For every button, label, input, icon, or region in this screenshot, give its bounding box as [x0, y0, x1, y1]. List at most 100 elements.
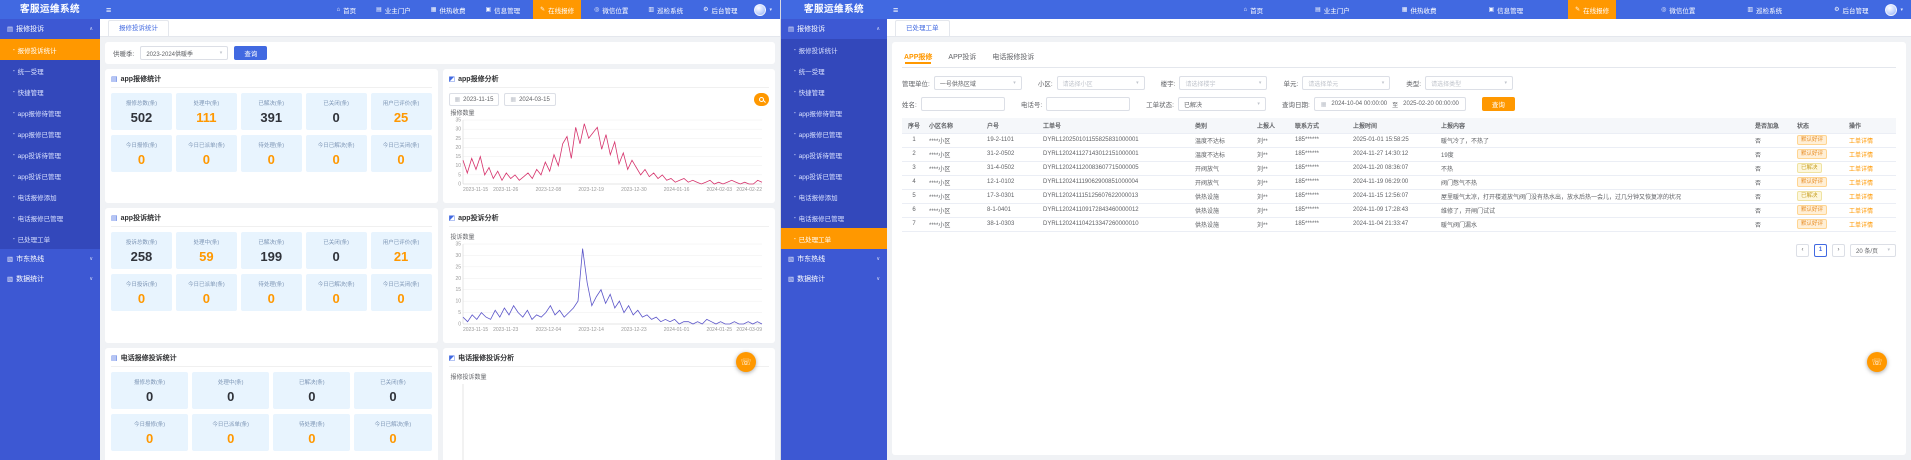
nav-item-2[interactable]: ▤ 业主门户 [369, 0, 418, 19]
svg-text:5: 5 [458, 172, 461, 178]
sidebar-item[interactable]: ▪ app报修已管理 [781, 123, 887, 144]
nav-item-7[interactable]: ▥ 巡检系统 [641, 0, 690, 19]
nav-item-3[interactable]: ▦ 供热收费 [1395, 0, 1444, 19]
order-detail-link[interactable]: 工单详情 [1849, 153, 1873, 159]
subtab-1[interactable]: APP报修 [904, 52, 932, 62]
order-detail-link[interactable]: 工单详情 [1849, 167, 1873, 173]
tab-repair-complaint-stats[interactable]: 报修投诉统计 [108, 20, 169, 36]
stat-cell: 投诉总数(条) 258 [111, 232, 172, 269]
nav-item-5[interactable]: ✎ 在线报修 [533, 0, 582, 19]
sidebar-item[interactable]: ▪ app报修待管理 [0, 102, 100, 123]
season-select[interactable]: 2023-2024供暖季 ▾ [140, 46, 229, 60]
search-button[interactable]: 查询 [234, 46, 268, 60]
clipboard-icon: ▤ [7, 26, 14, 33]
page-size-select[interactable]: 20 条/页 ▾ [1850, 243, 1896, 257]
sidebar-group-repair-complaint[interactable]: ▤ 报修投诉 ∧ [0, 19, 100, 39]
prev-page-button[interactable]: ‹ [1796, 243, 1809, 257]
sidebar-item[interactable]: ▪ app投诉待管理 [0, 144, 100, 165]
sidebar-item[interactable]: ▪ 电话报修已管理 [0, 207, 100, 228]
search-button[interactable]: 查询 [1481, 97, 1515, 111]
table-cell: 2024-11-04 21:33:47 [1350, 217, 1438, 232]
menu-item-icon: ▪ [13, 194, 15, 199]
sidebar-item[interactable]: ▪ 电话报修已管理 [781, 207, 887, 228]
nav-item-6[interactable]: ◎ 微信位置 [587, 0, 635, 19]
menu-item-icon: ▪ [794, 215, 796, 220]
subtab-2[interactable]: APP投诉 [948, 52, 976, 62]
calendar-icon: ▦ [510, 97, 517, 103]
sidebar-item[interactable]: ▪ 电话报修添加 [781, 186, 887, 207]
user-menu[interactable]: ▾ [754, 3, 772, 16]
order-detail-link[interactable]: 工单详情 [1849, 139, 1873, 145]
nav-item-label: 首页 [343, 7, 357, 15]
sidebar-item[interactable]: ▪ 统一受理 [781, 60, 887, 81]
type-select[interactable]: 请选择类型 ▾ [1425, 76, 1514, 90]
phone-input[interactable] [1046, 97, 1131, 111]
sidebar-item[interactable]: ▪ app投诉已管理 [781, 165, 887, 186]
sidebar-item[interactable]: ▪ 已处理工单 [0, 228, 100, 249]
status-badge: 默认好评 [1797, 176, 1828, 188]
nav-item-4[interactable]: ▣ 信息管理 [478, 0, 527, 19]
sidebar-item[interactable]: ▪ 已处理工单 [781, 228, 887, 249]
stat-value: 258 [130, 249, 153, 264]
sidebar-item[interactable]: ▪ 快捷管理 [781, 81, 887, 102]
name-input[interactable] [920, 97, 1005, 111]
sidebar-group[interactable]: ▧ 市东热线 ∨ [0, 249, 100, 269]
status-select[interactable]: 已解决 ▾ [1177, 97, 1266, 111]
table-cell: 19-2-1101 [984, 133, 1040, 148]
sidebar-item[interactable]: ▪ app报修已管理 [0, 123, 100, 144]
date-end-input[interactable]: ▦ 2024-03-15 [504, 93, 556, 106]
nav-item-1[interactable]: ⌂ 首页 [330, 0, 364, 19]
building-select[interactable]: 请选择楼宇 ▾ [1179, 76, 1268, 90]
table-cell: ****小区 [926, 161, 984, 176]
sidebar-item[interactable]: ▪ app投诉已管理 [0, 165, 100, 186]
sidebar-group-repair-complaint[interactable]: ▤ 报修投诉 ∧ [781, 19, 887, 39]
order-detail-link[interactable]: 工单详情 [1849, 181, 1873, 187]
customer-service-fab[interactable]: ☏ [1867, 352, 1887, 372]
nav-item-8[interactable]: ⚙ 后台管理 [1827, 0, 1875, 19]
collapse-sidebar-icon[interactable]: ≡ [106, 5, 111, 15]
unit-number-select[interactable]: 请选择单元 ▾ [1302, 76, 1391, 90]
order-detail-link[interactable]: 工单详情 [1849, 195, 1873, 201]
nav-item-2[interactable]: ▤ 业主门户 [1308, 0, 1357, 19]
user-menu[interactable]: ▾ [1885, 3, 1903, 16]
filter-label: 电话号: [1020, 102, 1043, 109]
action-cell: 工单详情 [1846, 133, 1896, 148]
sidebar-group[interactable]: ▧ 数据统计 ∨ [781, 269, 887, 289]
sidebar-group[interactable]: ▧ 市东热线 ∨ [781, 249, 887, 269]
sidebar-item[interactable]: ▪ 电话报修添加 [0, 186, 100, 207]
sidebar-item[interactable]: ▪ app投诉待管理 [781, 144, 887, 165]
sidebar-group[interactable]: ▧ 数据统计 ∨ [0, 269, 100, 289]
nav-item-1[interactable]: ⌂ 首页 [1237, 0, 1271, 19]
nav-item-6[interactable]: ◎ 微信位置 [1654, 0, 1702, 19]
sidebar-item[interactable]: ▪ 快捷管理 [0, 81, 100, 102]
collapse-sidebar-icon[interactable]: ≡ [893, 5, 898, 15]
nav-item-8[interactable]: ⚙ 后台管理 [696, 0, 744, 19]
table-cell: 185****** [1292, 217, 1350, 232]
community-select[interactable]: 请选择小区 ▾ [1056, 76, 1145, 90]
table-cell: 185****** [1292, 161, 1350, 176]
card-app-repair-analysis: ◩ app报修分析 ▦ 2023-11-15 ▦ 2024-03-15 报修数量… [442, 69, 775, 203]
nav-item-4[interactable]: ▣ 信息管理 [1481, 0, 1530, 19]
nav-item-3[interactable]: ▦ 供热收费 [424, 0, 473, 19]
order-detail-link[interactable]: 工单详情 [1849, 209, 1873, 215]
dashboard-content: 供暖季: 2023-2024供暖季 ▾ 查询 ▤ app报修统计 报修总数(条)… [100, 37, 780, 460]
order-detail-link[interactable]: 工单详情 [1849, 223, 1873, 229]
sidebar-item[interactable]: ▪ app报修待管理 [781, 102, 887, 123]
sidebar-item[interactable]: ▪ 报修投诉统计 [781, 39, 887, 60]
status-badge: 默认好评 [1797, 218, 1828, 230]
nav-item-5[interactable]: ✎ 在线报修 [1568, 0, 1617, 19]
stat-cell: 处理中(条) 0 [192, 372, 270, 409]
current-page-button[interactable]: 1 [1814, 243, 1827, 257]
nav-item-7[interactable]: ▥ 巡检系统 [1740, 0, 1789, 19]
next-page-button[interactable]: › [1832, 243, 1845, 257]
sidebar-item[interactable]: ▪ 统一受理 [0, 60, 100, 81]
unit-select[interactable]: 一号供热区域 ▾ [933, 76, 1022, 90]
stat-cell: 今日已派单(条) 0 [175, 274, 237, 311]
subtab-3[interactable]: 电话报修投诉 [992, 52, 1034, 62]
tab-processed-orders[interactable]: 已处理工单 [895, 20, 950, 36]
date-start-input[interactable]: ▦ 2023-11-15 [448, 93, 500, 106]
chart-search-button[interactable] [754, 93, 769, 106]
daterange-picker[interactable]: ▦ 2024-10-04 00:00:00 至 2025-02-20 00:00… [1313, 97, 1466, 111]
sidebar-item[interactable]: ▪ 报修投诉统计 [0, 39, 100, 60]
customer-service-fab[interactable]: ☏ [736, 352, 756, 372]
